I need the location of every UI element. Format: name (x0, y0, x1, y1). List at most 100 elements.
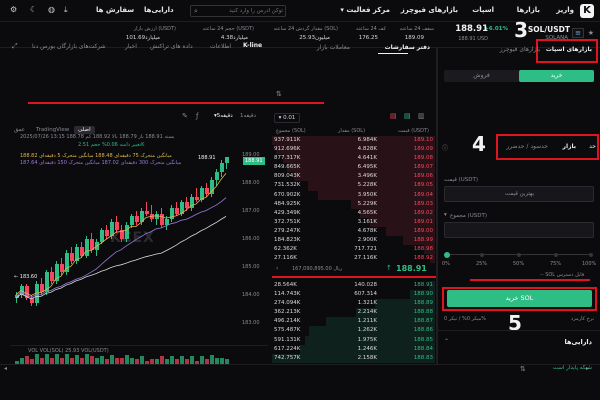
fee-value: میکر 0% / تیکر 0% (444, 316, 487, 322)
orderbook-row[interactable]: 188.99 2.900K 184.823K (272, 236, 435, 246)
orderbook-row[interactable]: 189.02 4.565K 429.349K (272, 208, 435, 218)
orderbook-row[interactable]: 188.84 1.246K 617.224K (272, 344, 435, 354)
row-amount: 607.314 (354, 291, 377, 298)
orderbook-row[interactable]: 188.83 2.158K 742.757K (272, 353, 435, 363)
nav-deposit[interactable]: واریز (556, 6, 574, 14)
orderbook-panel: دفتر سفارشات معاملات بازار ▾ 0.01 ▤ ▤ ▥ … (270, 44, 437, 364)
indicator-icon[interactable]: ƒ (196, 112, 198, 120)
orderbook-row[interactable]: 188.91 140.028 28.564K (272, 281, 435, 291)
orderbook-row[interactable]: 189.01 3.161K 372.751K (272, 217, 435, 227)
row-price: 189.01 (413, 218, 433, 225)
moon-icon[interactable]: ☾ (30, 5, 37, 14)
globe-icon[interactable]: ◍ (48, 5, 55, 14)
time-1m[interactable]: 1دقیقه (240, 113, 256, 119)
assets-divider (438, 330, 600, 331)
chevron-down-icon[interactable]: ▾ (444, 212, 447, 218)
row-price: 189.09 (413, 146, 433, 153)
orderbook-row[interactable]: 189.00 4.678K 279.247K (272, 226, 435, 237)
nav-activity[interactable]: ▾ مرکز فعالیت (340, 6, 390, 14)
time-5m[interactable]: ▾5دقیقه (214, 113, 233, 119)
nav-spot[interactable]: اسپات (472, 6, 494, 14)
buy-sol-button[interactable]: خرید SOL (447, 290, 592, 307)
order-type-tpsl[interactable]: حدسود / حدضرر (506, 143, 548, 150)
volume-bar (90, 356, 94, 364)
chevron-up-icon[interactable]: ⌃ (444, 338, 449, 345)
slider-handle[interactable] (444, 252, 450, 258)
orderbook-row[interactable]: 189.04 3.950K 670.902K (272, 190, 435, 200)
orderbook-row[interactable]: 188.86 1.262K 575.487K (272, 326, 435, 336)
scroll-left-icon[interactable]: ◂ (4, 365, 7, 372)
row-total: 912.696K (274, 146, 301, 153)
y-tick-label: 184.00 (242, 291, 260, 298)
tab-news[interactable]: اخبار (125, 43, 137, 50)
info-icon[interactable]: ⓘ (442, 143, 448, 152)
orderbook-row[interactable]: 189.07 6.495K 849.665K (272, 163, 435, 173)
orderbook-row[interactable]: 188.89 1.321K 274.094K (272, 299, 435, 309)
order-type-market[interactable]: بازار (563, 143, 576, 150)
header-price: قیمت (USDT) (398, 128, 429, 134)
search-box[interactable]: ⌕ (190, 5, 286, 17)
search-icon: ⌕ (194, 7, 198, 15)
book-view-icon[interactable]: ▥ (418, 112, 425, 120)
draw-icon[interactable]: ✎ (182, 112, 188, 120)
tab-futures-markets[interactable]: بازارهای فیوچرز (500, 46, 540, 53)
settings-sliders-icon[interactable]: ⇅ (276, 90, 282, 98)
tab-market-trades[interactable]: معاملات بازار (317, 44, 350, 51)
row-amount: 1.321K (357, 300, 377, 307)
precision-select[interactable]: ▾ 0.01 (274, 113, 300, 123)
price-field[interactable]: بهترین قیمت (444, 186, 594, 202)
percent-slider[interactable] (444, 252, 594, 258)
search-input[interactable] (199, 6, 283, 16)
expand-icon[interactable]: ⤢ (12, 42, 18, 51)
row-total: 849.665K (274, 164, 301, 171)
orderbook-row[interactable]: 188.87 1.211K 496.214K (272, 317, 435, 327)
tab-info[interactable]: اطلاعات (210, 43, 231, 50)
tab-brokers[interactable]: شرکت‌های بازارگان بورس دنا (32, 43, 106, 50)
orderbook-row[interactable]: 188.92 27.116K 27.116K (272, 254, 435, 264)
chevron-right-icon[interactable]: › (276, 265, 278, 272)
orderbook-row[interactable]: 188.98 717.721 62.362K (272, 245, 435, 255)
tab-spot-markets[interactable]: بازارهای اسپات (546, 46, 592, 53)
status-bar: شبکه پایدار است ⇅ ▸ ◂ (0, 364, 600, 400)
nav-orders[interactable]: سفارش ها (96, 6, 134, 14)
orderbook-row[interactable]: 188.85 1.975K 591.131K (272, 335, 435, 345)
row-price: 188.90 (413, 291, 433, 298)
download-icon[interactable]: ⤓ (64, 5, 68, 15)
order-type-limit[interactable]: حد (589, 143, 596, 150)
orderbook-row[interactable]: 189.10 6.984K 937.911K (272, 136, 435, 146)
view-main[interactable]: اصلی (74, 126, 95, 134)
tab-transaction-data[interactable]: داده های تراکنش (150, 43, 193, 50)
logo[interactable]: K (580, 4, 594, 18)
nav-assets[interactable]: دارایی‌ها (144, 6, 174, 14)
sell-tab[interactable]: فروش (444, 70, 519, 82)
nav-markets[interactable]: بازارها (517, 6, 540, 14)
tab-orderbook[interactable]: دفتر سفارشات (385, 44, 430, 51)
orderbook-row[interactable]: 188.88 2.214K 362.213K (272, 308, 435, 318)
book-view-icon[interactable]: ▤ (404, 112, 411, 120)
orderbook-row[interactable]: 188.90 607.314 114.743K (272, 290, 435, 300)
book-view-icon[interactable]: ▤ (390, 112, 397, 120)
gear-icon[interactable]: ⚙ (10, 5, 17, 14)
pair-name[interactable]: SOL/USDT (528, 25, 570, 34)
slider-mark (480, 253, 484, 257)
star-icon[interactable]: ★ (588, 29, 594, 37)
chart-tabs: K-line اطلاعات داده های تراکنش اخبار شرک… (0, 40, 270, 54)
settings-sliders-icon[interactable]: ⇅ (520, 365, 526, 373)
orderbook-row[interactable]: 189.03 5.229K 484.925K (272, 199, 435, 209)
total-field[interactable] (444, 222, 594, 238)
scroll-right-icon[interactable]: ▸ (586, 365, 589, 372)
orderbook-row[interactable]: 189.06 3.496K 809.043K (272, 172, 435, 182)
orderbook-row[interactable]: 189.09 4.828K 912.696K (272, 145, 435, 155)
view-depth[interactable]: عمق (14, 127, 25, 133)
stat-label: حجم 24 ساعته (USDT) (202, 26, 254, 32)
nav-futures[interactable]: بازارهای فیوچرز (401, 6, 458, 14)
row-price: 188.84 (413, 345, 433, 352)
candlestick-chart[interactable]: KCEX (10, 138, 240, 334)
orderbook-row[interactable]: 189.05 5.228K 731.532K (272, 181, 435, 191)
view-tradingview[interactable]: TradingView (36, 127, 69, 133)
side-toggle: خرید فروش (444, 70, 594, 82)
buy-tab[interactable]: خرید (519, 70, 594, 82)
tab-kline[interactable]: K-line (243, 42, 262, 49)
orderbook-row[interactable]: 189.08 4.641K 877.317K (272, 154, 435, 164)
change-readout: تغییر دامنه 0.06% حجم 2.51K (78, 142, 145, 148)
